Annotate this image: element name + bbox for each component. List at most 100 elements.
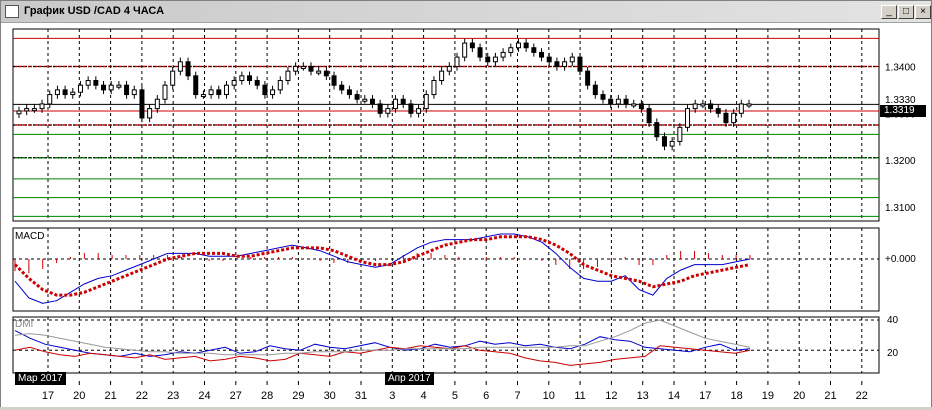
candle-body — [454, 56, 460, 67]
candle-body — [285, 70, 291, 82]
candle-body — [669, 140, 675, 147]
chart-window: График USD /CAD 4 ЧАСА _ □ × 1.3400 1.333… — [0, 0, 932, 407]
candle-body — [47, 94, 53, 105]
x-tick-label: 19 — [762, 390, 774, 402]
candle-body — [585, 70, 591, 86]
title-bar[interactable]: График USD /CAD 4 ЧАСА _ □ × — [1, 1, 931, 23]
candle-body — [116, 84, 122, 88]
x-tick-label: 20 — [793, 390, 805, 402]
close-button[interactable]: × — [915, 5, 931, 19]
candle-body — [408, 103, 414, 114]
x-tick-label: 21 — [104, 390, 116, 402]
candle-body — [369, 98, 375, 105]
candle-body — [677, 126, 683, 142]
x-tick-label: 21 — [824, 390, 836, 402]
candle-body — [77, 84, 83, 93]
chart-svg[interactable]: 1.34001.33301.33001.32001.3100 MACD +0.0… — [1, 23, 931, 407]
candle-body — [416, 108, 422, 114]
candle-body — [101, 84, 107, 91]
candle-body — [331, 75, 337, 86]
candle-body — [539, 51, 545, 58]
candle-body — [162, 84, 168, 100]
candle-body — [262, 84, 268, 96]
x-tick-label: 3 — [389, 390, 395, 402]
maximize-button[interactable]: □ — [898, 5, 914, 19]
candle-body — [131, 89, 137, 96]
x-tick-label: 27 — [230, 390, 242, 402]
candle-body — [254, 80, 260, 86]
price-y-label: 1.3400 — [885, 62, 916, 73]
candle-body — [139, 89, 145, 119]
candle-body — [154, 98, 160, 110]
candle-body — [231, 80, 237, 86]
price-y-label: 1.3200 — [885, 156, 916, 167]
candle-body — [508, 47, 514, 53]
candle-body — [546, 56, 552, 63]
x-tick-label: 18 — [730, 390, 742, 402]
candle-body — [270, 89, 276, 96]
candle-body — [708, 103, 714, 110]
candle-body — [439, 70, 445, 82]
candle-body — [738, 103, 744, 114]
candle-body — [62, 89, 68, 96]
candle-body — [54, 89, 60, 96]
candle-body — [277, 80, 283, 91]
candle-body — [477, 47, 483, 58]
x-tick-label: 13 — [637, 390, 649, 402]
candle-body — [500, 51, 506, 58]
candle-body — [531, 47, 537, 53]
candle-body — [39, 103, 45, 110]
candle-body — [492, 56, 498, 63]
candle-body — [385, 108, 391, 114]
x-tick-label: 6 — [483, 390, 489, 402]
candle-body — [293, 65, 299, 72]
minimize-button[interactable]: _ — [881, 5, 897, 19]
candle-body — [700, 103, 706, 107]
candle-body — [316, 70, 322, 74]
x-tick-label: 5 — [452, 390, 458, 402]
candle-body — [124, 84, 130, 96]
candle-body — [147, 108, 153, 119]
candle-body — [308, 65, 314, 72]
candle-body — [554, 61, 560, 67]
candle-body — [608, 98, 614, 105]
candle-body — [446, 65, 452, 72]
candle-body — [70, 91, 76, 96]
candle-body — [239, 75, 245, 82]
candle-body — [600, 94, 606, 100]
x-tick-label: 31 — [355, 390, 367, 402]
candle-body — [85, 80, 91, 86]
x-tick-label: 30 — [324, 390, 336, 402]
x-tick-label: 11 — [574, 390, 585, 402]
candle-body — [515, 42, 521, 49]
candle-body — [423, 94, 429, 110]
x-tick-label: 4 — [421, 390, 427, 402]
candle-body — [746, 103, 752, 107]
candle-body — [362, 98, 368, 102]
dmi-panel-frame — [12, 316, 880, 374]
candle-body — [200, 94, 206, 98]
candle-body — [247, 75, 253, 82]
candle-body — [208, 89, 214, 96]
period-label-march: Мар 2017 — [15, 372, 66, 385]
candle-body — [185, 61, 191, 77]
candle-body — [723, 112, 729, 124]
candle-body — [715, 108, 721, 114]
candle-body — [577, 56, 583, 72]
candle-body — [170, 70, 176, 86]
candle-body — [108, 84, 114, 91]
x-tick-label: 20 — [73, 390, 85, 402]
candle-body — [523, 42, 529, 49]
x-tick-label: 22 — [856, 390, 868, 402]
x-tick-label: 7 — [514, 390, 520, 402]
x-tick-label: 22 — [136, 390, 148, 402]
x-tick-label: 28 — [261, 390, 273, 402]
candle-body — [346, 89, 352, 96]
chart-area[interactable]: 1.34001.33301.33001.32001.3100 MACD +0.0… — [1, 23, 931, 407]
candle-body — [24, 108, 30, 112]
candle-body — [339, 84, 345, 91]
candle-body — [93, 80, 99, 86]
window-title: График USD /CAD 4 ЧАСА — [24, 5, 165, 17]
candle-body — [223, 84, 229, 96]
candle-body — [462, 42, 468, 58]
